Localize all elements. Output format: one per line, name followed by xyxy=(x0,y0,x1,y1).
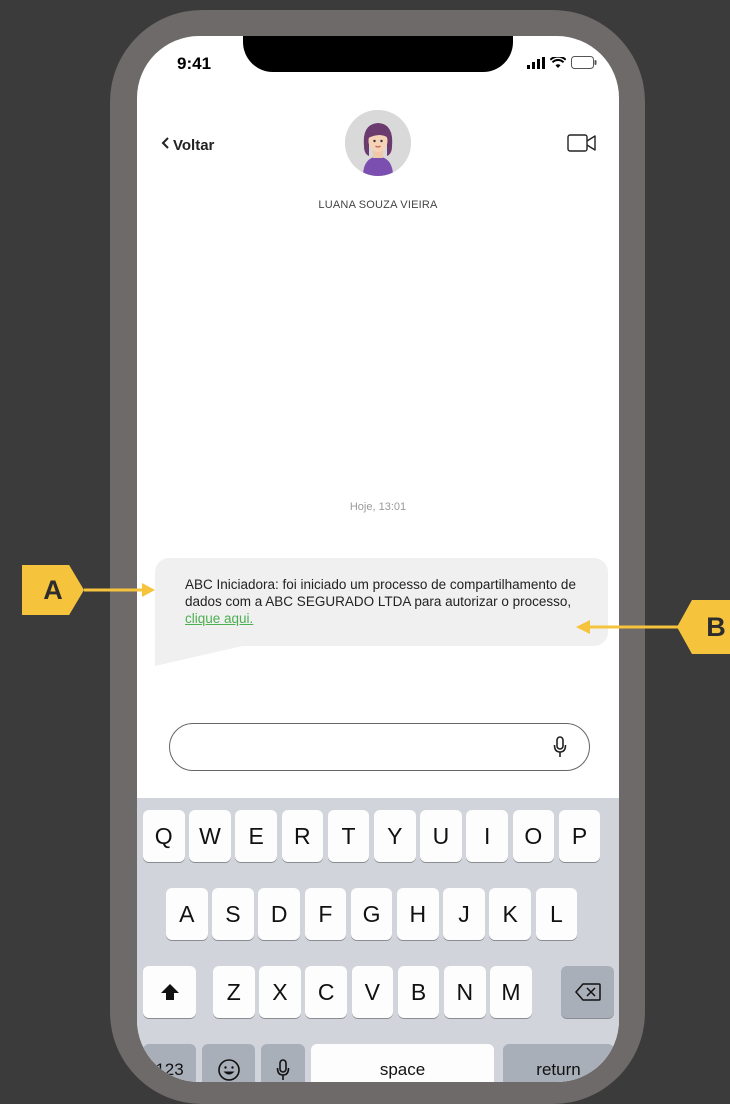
annotation-arrows xyxy=(84,583,682,634)
